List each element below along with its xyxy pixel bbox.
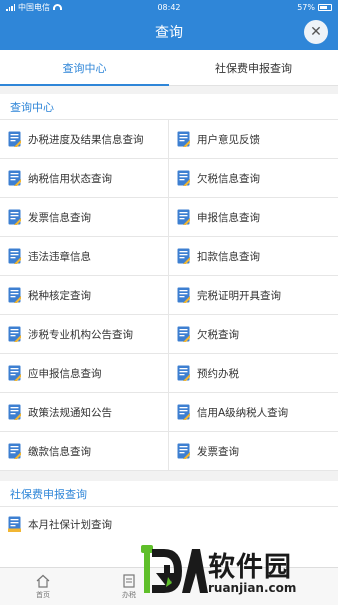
status-bar: 中国电信 08:42 57%	[0, 0, 338, 14]
home-icon	[36, 574, 50, 588]
grid-item[interactable]: 应申报信息查询	[0, 354, 169, 393]
document-icon	[8, 170, 21, 186]
signal-icon	[6, 3, 15, 11]
document-icon	[8, 248, 21, 264]
item-label: 缴款信息查询	[28, 445, 91, 458]
item-label: 扣款信息查询	[197, 250, 260, 263]
tab-bar: 查询中心 社保费申报查询	[0, 50, 338, 86]
item-label: 涉税专业机构公告查询	[28, 328, 133, 341]
grid-item[interactable]: 政策法规通知公告	[0, 393, 169, 432]
grid-item[interactable]: 扣款信息查询	[169, 237, 338, 276]
page-title: 查询	[155, 25, 183, 41]
document-icon	[177, 209, 190, 225]
header: 查询 ✕	[0, 14, 338, 50]
wifi-icon	[53, 4, 62, 10]
carrier-name: 中国电信	[18, 2, 50, 12]
grid-item[interactable]: 预约办税	[169, 354, 338, 393]
item-label: 欠税信息查询	[197, 172, 260, 185]
item-label: 本月社保计划查询	[28, 518, 112, 531]
grid-item[interactable]: 涉税专业机构公告查询	[0, 315, 169, 354]
document-icon	[8, 443, 21, 459]
close-icon: ✕	[310, 24, 322, 40]
item-label: 预约办税	[197, 367, 239, 380]
grid-item[interactable]: 欠税查询	[169, 315, 338, 354]
section-title-query-center: 查询中心	[0, 94, 338, 120]
item-label: 申报信息查询	[197, 211, 260, 224]
document-icon	[177, 365, 190, 381]
item-label: 政策法规通知公告	[28, 406, 112, 419]
grid-item[interactable]: 信用A级纳税人查询	[169, 393, 338, 432]
query-grid: 办税进度及结果信息查询 用户意见反馈纳税信用状态查询 欠税信息查询发票信息查询 申报信…	[0, 120, 338, 471]
grid-item[interactable]: 用户意见反馈	[169, 120, 338, 159]
grid-item[interactable]: 发票查询	[169, 432, 338, 471]
nav-label: 首页	[36, 590, 50, 599]
watermark-url: ruanjian.com	[208, 581, 297, 595]
item-label: 发票查询	[197, 445, 239, 458]
document-icon	[8, 404, 21, 420]
document-icon	[177, 131, 190, 147]
watermark: 软件园 ruanjian.com	[138, 543, 334, 601]
document-icon	[8, 287, 21, 303]
grid-item[interactable]: 办税进度及结果信息查询	[0, 120, 169, 159]
item-label: 违法违章信息	[28, 250, 91, 263]
document-icon	[8, 365, 21, 381]
item-label: 欠税查询	[197, 328, 239, 341]
battery-percent: 57%	[297, 2, 315, 12]
divider	[0, 86, 338, 94]
document-icon	[177, 404, 190, 420]
grid-item[interactable]: 申报信息查询	[169, 198, 338, 237]
document-icon	[177, 287, 190, 303]
grid-item[interactable]: 违法违章信息	[0, 237, 169, 276]
item-label: 用户意见反馈	[197, 133, 260, 146]
grid-item[interactable]: 缴款信息查询	[0, 432, 169, 471]
item-label: 完税证明开具查询	[197, 289, 281, 302]
nav-item-home[interactable]: 首页	[0, 568, 86, 605]
item-label: 发票信息查询	[28, 211, 91, 224]
item-label: 纳税信用状态查询	[28, 172, 112, 185]
item-label: 应申报信息查询	[28, 367, 102, 380]
tab-query-center[interactable]: 查询中心	[0, 50, 169, 86]
document-icon	[8, 516, 21, 532]
document-icon	[8, 209, 21, 225]
grid-item[interactable]: 发票信息查询	[0, 198, 169, 237]
document-icon	[177, 326, 190, 342]
document-icon	[8, 131, 21, 147]
item-label: 税种核定查询	[28, 289, 91, 302]
grid-item[interactable]: 税种核定查询	[0, 276, 169, 315]
grid-item[interactable]: 完税证明开具查询	[169, 276, 338, 315]
list-item[interactable]: 本月社保计划查询	[0, 507, 338, 541]
nav-label: 办税	[122, 590, 136, 599]
watermark-brand: 软件园	[208, 552, 292, 583]
item-label: 办税进度及结果信息查询	[28, 133, 144, 146]
divider	[0, 471, 338, 481]
tab-social-security[interactable]: 社保费申报查询	[169, 50, 338, 85]
section-title-social-security: 社保费申报查询	[0, 481, 338, 507]
watermark-logo	[141, 545, 208, 593]
close-button[interactable]: ✕	[304, 20, 328, 44]
grid-item[interactable]: 纳税信用状态查询	[0, 159, 169, 198]
document-icon	[177, 170, 190, 186]
document-icon	[8, 326, 21, 342]
battery-icon	[318, 3, 332, 11]
document-icon	[177, 443, 190, 459]
document-icon	[177, 248, 190, 264]
tax-icon	[123, 573, 135, 588]
grid-item[interactable]: 欠税信息查询	[169, 159, 338, 198]
item-label: 信用A级纳税人查询	[197, 406, 289, 419]
